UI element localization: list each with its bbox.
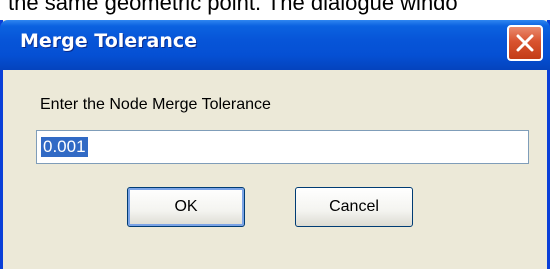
- background-document-text: the same geometric point. The dialogue w…: [0, 0, 550, 22]
- merge-tolerance-dialog: Merge Tolerance Enter the Node Merge Tol…: [0, 20, 550, 269]
- document-text-line: the same geometric point. The dialogue w…: [8, 0, 458, 15]
- close-icon: [516, 34, 534, 52]
- dialog-title: Merge Tolerance: [20, 30, 198, 52]
- tolerance-value: 0.001: [41, 137, 88, 157]
- prompt-label: Enter the Node Merge Tolerance: [40, 96, 271, 113]
- ok-button[interactable]: OK: [127, 187, 245, 227]
- cancel-button[interactable]: Cancel: [295, 187, 413, 227]
- title-bar[interactable]: Merge Tolerance: [0, 20, 550, 70]
- close-button[interactable]: [507, 25, 543, 61]
- tolerance-input[interactable]: 0.001: [36, 130, 529, 164]
- page: the same geometric point. The dialogue w…: [0, 0, 550, 269]
